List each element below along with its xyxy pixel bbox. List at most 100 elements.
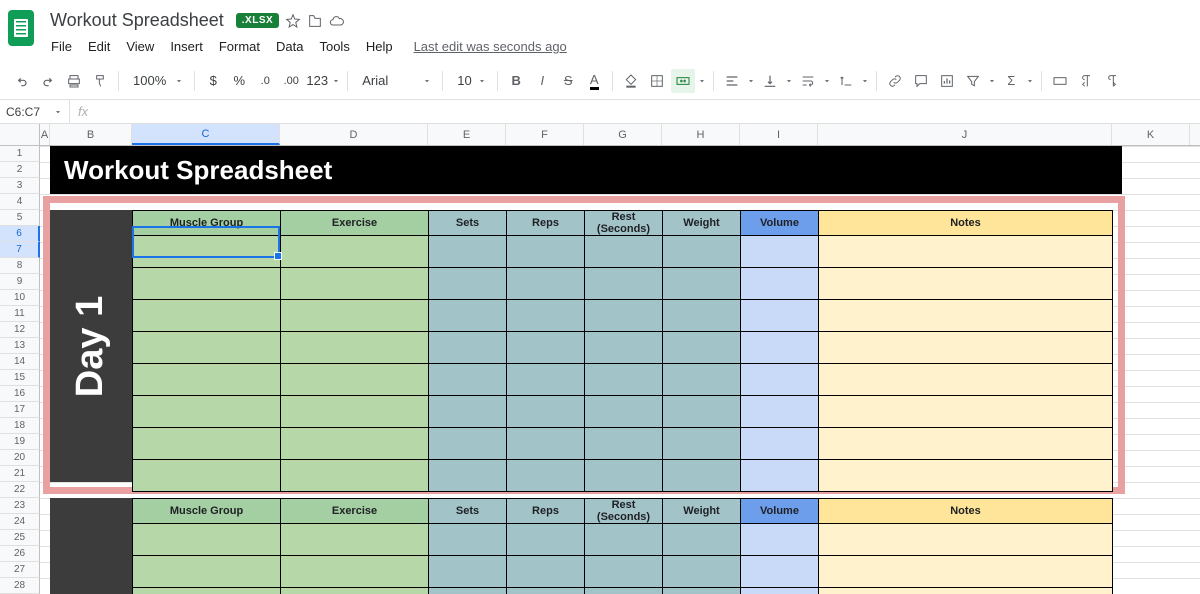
header-rest-seconds-[interactable]: Rest (Seconds)	[585, 499, 663, 524]
cloud-icon[interactable]	[329, 13, 345, 29]
doc-title[interactable]: Workout Spreadsheet	[44, 8, 230, 33]
cell[interactable]	[585, 396, 663, 428]
cell[interactable]	[507, 460, 585, 492]
keyboard-icon[interactable]	[1048, 69, 1072, 93]
workout-table-1[interactable]: Muscle GroupExerciseSetsRepsRest (Second…	[132, 210, 1113, 492]
cell[interactable]	[741, 428, 819, 460]
cell[interactable]	[281, 364, 429, 396]
row-header-26[interactable]: 26	[0, 546, 40, 562]
cell[interactable]	[281, 428, 429, 460]
cell[interactable]	[663, 300, 741, 332]
cell[interactable]	[663, 236, 741, 268]
header-muscle-group[interactable]: Muscle Group	[133, 211, 281, 236]
cell[interactable]	[819, 332, 1113, 364]
row-header-21[interactable]: 21	[0, 466, 40, 482]
cell[interactable]	[741, 300, 819, 332]
header-volume[interactable]: Volume	[741, 211, 819, 236]
cell[interactable]	[133, 524, 281, 556]
cell[interactable]	[663, 524, 741, 556]
header-reps[interactable]: Reps	[507, 211, 585, 236]
cell[interactable]	[663, 364, 741, 396]
row-header-17[interactable]: 17	[0, 402, 40, 418]
row-header-18[interactable]: 18	[0, 418, 40, 434]
cell[interactable]	[819, 236, 1113, 268]
cell[interactable]	[281, 396, 429, 428]
cell[interactable]	[281, 268, 429, 300]
print-icon[interactable]	[62, 69, 86, 93]
cell[interactable]	[663, 332, 741, 364]
row-header-13[interactable]: 13	[0, 338, 40, 354]
paint-format-icon[interactable]	[88, 69, 112, 93]
fill-color-icon[interactable]	[619, 69, 643, 93]
cell[interactable]	[281, 556, 429, 588]
header-notes[interactable]: Notes	[819, 499, 1113, 524]
menu-insert[interactable]: Insert	[163, 35, 210, 58]
col-header-D[interactable]: D	[280, 124, 428, 145]
header-rest-seconds-[interactable]: Rest (Seconds)	[585, 211, 663, 236]
cell[interactable]	[281, 300, 429, 332]
cell[interactable]	[663, 556, 741, 588]
cell[interactable]	[819, 556, 1113, 588]
col-header-A[interactable]: A	[40, 124, 50, 145]
header-muscle-group[interactable]: Muscle Group	[133, 499, 281, 524]
cell[interactable]	[429, 300, 507, 332]
menu-help[interactable]: Help	[359, 35, 400, 58]
row-header-10[interactable]: 10	[0, 290, 40, 306]
undo-icon[interactable]	[10, 69, 34, 93]
cell[interactable]	[429, 524, 507, 556]
cell[interactable]	[429, 556, 507, 588]
functions-icon[interactable]: Σ	[999, 69, 1023, 93]
cell[interactable]	[741, 396, 819, 428]
cell[interactable]	[819, 300, 1113, 332]
cell[interactable]	[819, 588, 1113, 594]
row-header-16[interactable]: 16	[0, 386, 40, 402]
cell[interactable]	[133, 588, 281, 594]
col-header-F[interactable]: F	[506, 124, 584, 145]
cell[interactable]	[133, 460, 281, 492]
cell[interactable]	[585, 556, 663, 588]
cell[interactable]	[507, 364, 585, 396]
row-header-15[interactable]: 15	[0, 370, 40, 386]
col-header-B[interactable]: B	[50, 124, 132, 145]
cell[interactable]	[507, 428, 585, 460]
row-header-7[interactable]: 7	[0, 242, 40, 258]
cell[interactable]	[281, 524, 429, 556]
col-header-K[interactable]: K	[1112, 124, 1190, 145]
cell[interactable]	[281, 236, 429, 268]
cell[interactable]	[741, 364, 819, 396]
cell[interactable]	[133, 332, 281, 364]
header-reps[interactable]: Reps	[507, 499, 585, 524]
rtl-off-icon[interactable]	[1100, 69, 1124, 93]
row-header-14[interactable]: 14	[0, 354, 40, 370]
cell[interactable]	[585, 268, 663, 300]
row-header-8[interactable]: 8	[0, 258, 40, 274]
header-exercise[interactable]: Exercise	[281, 211, 429, 236]
name-box[interactable]: C6:C7	[0, 100, 70, 123]
cell[interactable]	[507, 236, 585, 268]
redo-icon[interactable]	[36, 69, 60, 93]
text-color-icon[interactable]: A	[582, 69, 606, 93]
text-wrap-icon[interactable]	[796, 69, 820, 93]
col-header-E[interactable]: E	[428, 124, 506, 145]
row-header-20[interactable]: 20	[0, 450, 40, 466]
header-weight[interactable]: Weight	[663, 499, 741, 524]
cell[interactable]	[507, 332, 585, 364]
cell[interactable]	[507, 300, 585, 332]
cell[interactable]	[663, 588, 741, 594]
cell[interactable]	[429, 588, 507, 594]
cell[interactable]	[429, 460, 507, 492]
workout-table-2[interactable]: Muscle GroupExerciseSetsRepsRest (Second…	[132, 498, 1113, 594]
link-icon[interactable]	[883, 69, 907, 93]
row-header-25[interactable]: 25	[0, 530, 40, 546]
row-header-2[interactable]: 2	[0, 162, 40, 178]
cell[interactable]	[585, 236, 663, 268]
menu-tools[interactable]: Tools	[312, 35, 356, 58]
cell[interactable]	[133, 236, 281, 268]
cell[interactable]	[741, 588, 819, 594]
row-header-4[interactable]: 4	[0, 194, 40, 210]
cell[interactable]	[281, 588, 429, 594]
col-header-I[interactable]: I	[740, 124, 818, 145]
header-exercise[interactable]: Exercise	[281, 499, 429, 524]
cell[interactable]	[507, 268, 585, 300]
cell[interactable]	[585, 364, 663, 396]
